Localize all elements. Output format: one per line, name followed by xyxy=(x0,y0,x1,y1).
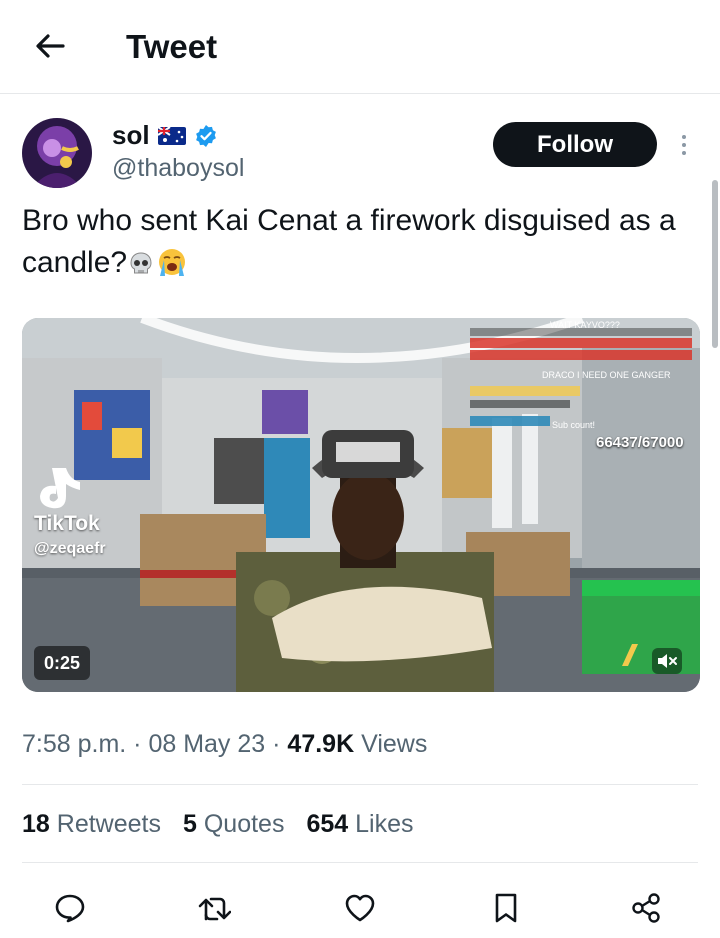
likes-label: Likes xyxy=(355,810,414,838)
verified-badge-icon xyxy=(195,124,216,147)
loudly-crying-face-emoji xyxy=(155,246,189,290)
australia-flag-icon xyxy=(157,126,186,145)
follow-button[interactable]: Follow xyxy=(493,122,657,167)
stream-chat-line: WAIT KAYVO??? xyxy=(550,320,620,330)
retweet-button[interactable] xyxy=(196,890,232,926)
reply-button[interactable] xyxy=(52,890,88,926)
engagement-stats: 18 Retweets 5 Quotes 654 Likes xyxy=(22,810,414,839)
quotes-count: 5 xyxy=(182,810,197,838)
bookmark-button[interactable] xyxy=(488,890,524,926)
tweet-header: sol @thaboysol Follow xyxy=(0,110,720,190)
retweets-label: Retweets xyxy=(56,810,161,838)
share-button[interactable] xyxy=(628,890,664,926)
top-bar: Tweet xyxy=(0,0,720,94)
arrow-left-icon xyxy=(36,34,65,58)
action-bar xyxy=(0,884,720,930)
tiktok-username: @zeqaefr xyxy=(34,540,106,557)
tweet-text: Bro who sent Kai Cenat a firework disgui… xyxy=(22,200,692,290)
video-player[interactable]: WAIT KAYVO??? DRACO I NEED ONE GANGER Su… xyxy=(22,318,700,692)
retweets-count: 18 xyxy=(22,810,50,838)
divider xyxy=(22,862,698,863)
views-count: 47.9K xyxy=(287,730,355,758)
views-label: Views xyxy=(361,730,428,758)
separator: · xyxy=(265,730,288,758)
share-icon xyxy=(632,893,660,923)
handle[interactable]: @thaboysol xyxy=(112,154,244,183)
retweet-icon xyxy=(198,897,231,921)
likes-stat[interactable]: 654 Likes xyxy=(306,810,413,839)
separator: · xyxy=(126,730,149,758)
more-options-icon[interactable] xyxy=(675,128,693,162)
name-row: sol xyxy=(112,120,218,151)
stream-chat-line: DRACO I NEED ONE GANGER xyxy=(542,370,671,380)
reply-icon xyxy=(55,894,85,923)
tweet-date: 08 May 23 xyxy=(148,730,266,758)
divider xyxy=(22,784,698,785)
back-button[interactable] xyxy=(30,28,70,64)
like-button[interactable] xyxy=(342,890,378,926)
tweet-body: Bro who sent Kai Cenat a firework disgui… xyxy=(22,204,676,279)
avatar[interactable] xyxy=(22,118,92,188)
quotes-stat[interactable]: 5 Quotes xyxy=(183,810,284,839)
volume-muted-icon[interactable] xyxy=(652,648,682,674)
likes-count: 654 xyxy=(306,810,349,838)
skull-emoji xyxy=(127,248,155,290)
page-title: Tweet xyxy=(126,28,218,65)
video-duration: 0:25 xyxy=(34,646,91,680)
retweets-stat[interactable]: 18 Retweets xyxy=(22,810,161,839)
scrollbar[interactable] xyxy=(712,180,718,348)
tweet-meta: 7:58 p.m. · 08 May 23 · 47.9K Views xyxy=(22,730,427,759)
sub-count: 66437/67000 xyxy=(596,434,684,451)
tweet-time: 7:58 p.m. xyxy=(22,730,127,758)
bookmark-icon xyxy=(495,893,517,923)
tiktok-watermark: TikTok xyxy=(34,512,100,535)
stream-chat-line: Sub count! xyxy=(552,420,596,430)
like-icon xyxy=(345,894,375,922)
display-name[interactable]: sol xyxy=(112,120,150,151)
quotes-label: Quotes xyxy=(203,810,285,838)
